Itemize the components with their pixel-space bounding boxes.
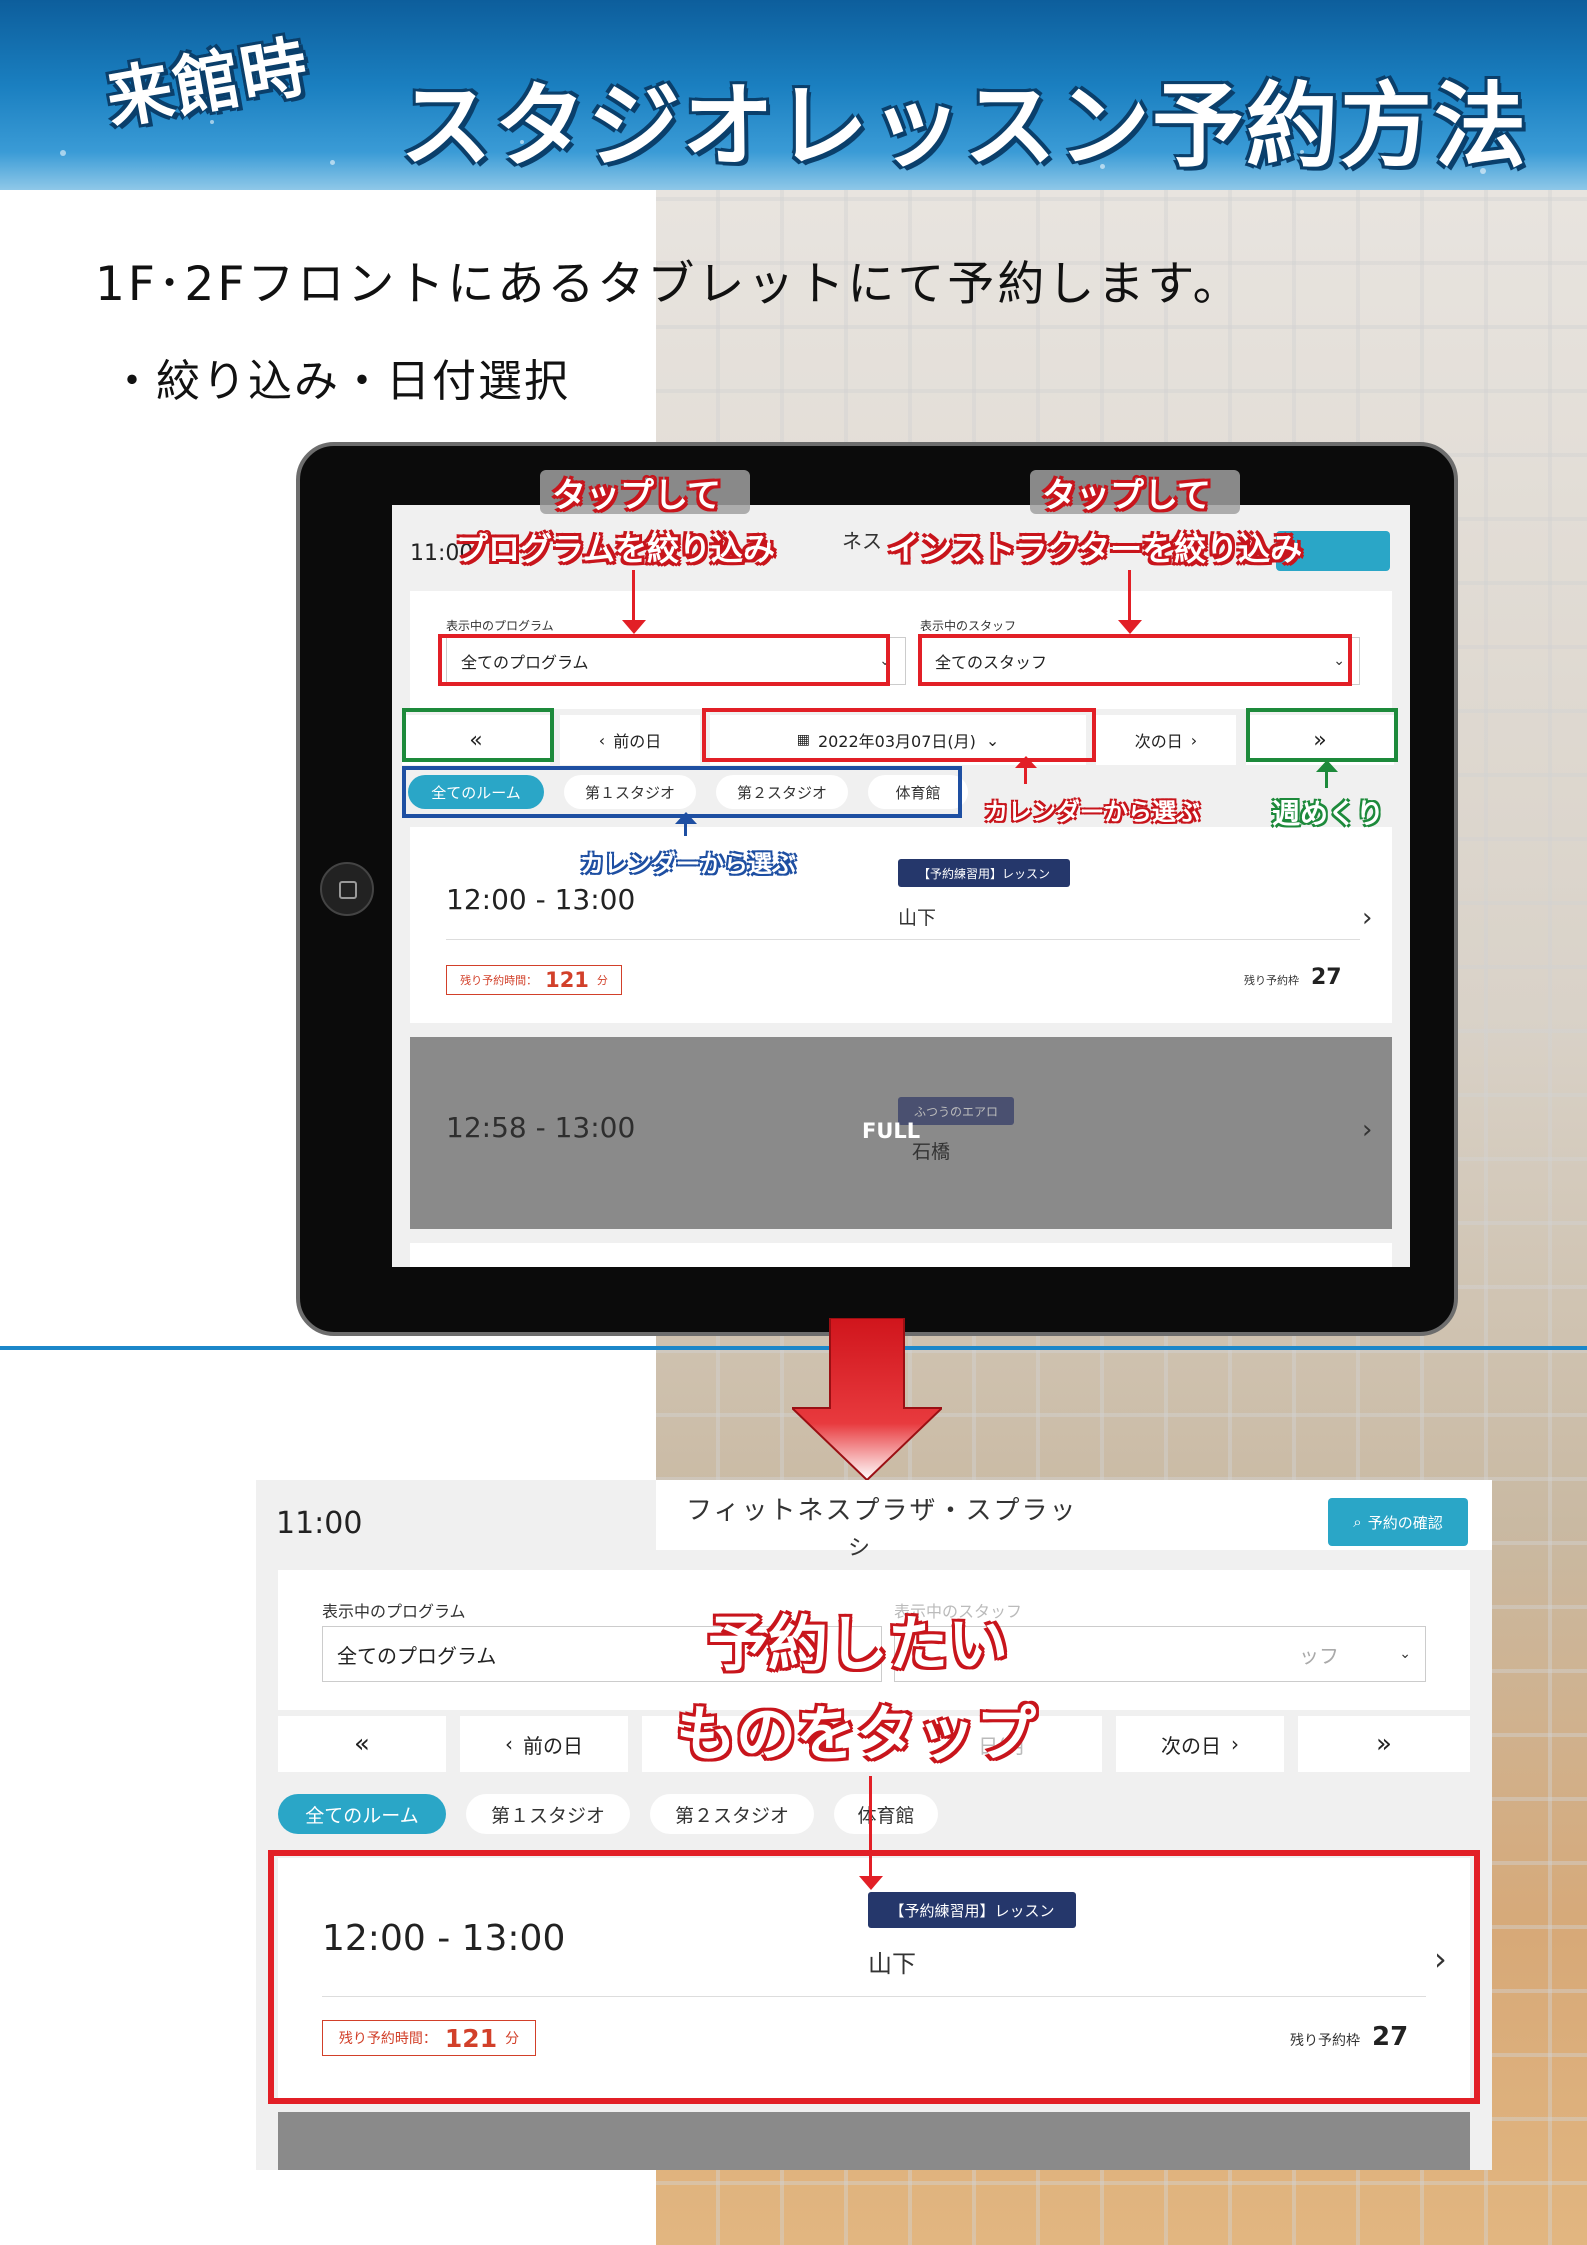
callout-calendar-red: カレンダーから選ぶ [984, 798, 1200, 826]
callout-tap-program: タップして [552, 476, 721, 516]
full-status: FULL [862, 1119, 921, 1143]
lesson-card[interactable]: 12:00 - 13:00 【予約練習用】レッスン 山下 残り予約時間： 121… [410, 827, 1392, 1023]
chevron-right-icon: › [1362, 1115, 1373, 1145]
zoom-room-tab-studio2[interactable]: 第２スタジオ [650, 1794, 814, 1834]
chevron-left-icon: ‹ [505, 1732, 513, 1756]
remaining-seats: 残り予約枠 27 [1244, 965, 1342, 990]
zoom-week-back-button[interactable]: « [278, 1716, 446, 1772]
divider [446, 939, 1360, 940]
lesson-card-next[interactable] [410, 1243, 1392, 1267]
arrow-head-icon [859, 1876, 883, 1890]
zoom-facility-name: フィットネスプラザ・スプラッ [686, 1496, 1078, 1526]
remaining-time-badge: 残り予約時間： 121 分 [446, 965, 622, 995]
staff-filter-label: 表示中のスタッフ [920, 619, 1017, 633]
callout-week: 週めくり [1272, 797, 1385, 830]
remaining-seats-label: 残り予約枠 [1244, 974, 1299, 987]
callout-tap-big-1: 予約したい [708, 1610, 1008, 1680]
highlight-week-forward [1246, 708, 1398, 762]
prev-day-button[interactable]: ‹ 前の日 [560, 715, 700, 765]
arrow-head-icon [1118, 620, 1142, 634]
tablet-facility-name: ネス [842, 529, 882, 553]
arrow-head-icon [1015, 756, 1037, 768]
zoom-next-day-button[interactable]: 次の日 › [1116, 1716, 1284, 1772]
arrow-head-icon [622, 620, 646, 634]
chevron-right-icon: › [1362, 903, 1373, 933]
arrow-down-icon [869, 1776, 872, 1884]
chevron-right-icon: › [1231, 1732, 1239, 1756]
lesson-instructor: 山下 [898, 907, 937, 929]
callout-filter-instructor: インストラクターを絞り込み [888, 530, 1303, 568]
zoom-lesson-card-full[interactable] [278, 2112, 1470, 2170]
callout-calendar-blue: カレンダーから選ぶ [580, 850, 796, 878]
remaining-time-label: 残り予約時間： [460, 974, 538, 987]
zoom-facility-wrap: シ [848, 1536, 871, 1561]
remaining-time-unit: 分 [596, 974, 608, 987]
tablet-home-button [320, 862, 374, 916]
program-filter-label: 表示中のプログラム [446, 619, 554, 633]
highlight-staff-select [918, 634, 1352, 686]
remaining-time-value: 121 [545, 968, 589, 992]
highlight-room-tabs [402, 766, 962, 818]
big-down-arrow-icon [792, 1318, 942, 1480]
prev-day-label: 前の日 [613, 732, 662, 751]
tablet-screen: 11:00 ネス 表示中のプログラム 全てのプログラム ⌄ 表示中のスタッフ 全… [392, 505, 1410, 1267]
arrow-head-icon [1316, 760, 1338, 772]
zoom-prev-day-label: 前の日 [523, 1733, 583, 1758]
zoom-staff-value: ッフ [1299, 1643, 1339, 1668]
next-day-label: 次の日 [1134, 732, 1183, 751]
zoom-next-day-label: 次の日 [1161, 1733, 1221, 1758]
next-day-button[interactable]: 次の日 › [1096, 715, 1236, 765]
zoom-program-value: 全てのプログラム [337, 1643, 497, 1668]
callout-filter-program: プログラムを絞り込み [456, 530, 776, 568]
arrow-down-icon [632, 570, 635, 626]
chevron-left-icon: ‹ [598, 730, 606, 750]
lesson-card-full[interactable]: 12:58 - 13:00 ふつうのエアロ 石橋 FULL › [410, 1037, 1392, 1229]
lesson-time: 12:58 - 13:00 [446, 1111, 636, 1144]
chevron-down-icon: ⌄ [1399, 1646, 1411, 1662]
highlight-date-picker [702, 708, 1096, 762]
callout-tap-big-2: ものをタップ [676, 1700, 1036, 1770]
lesson-tag: 【予約練習用】レッスン [898, 859, 1070, 887]
zoom-prev-day-button[interactable]: ‹ 前の日 [460, 1716, 628, 1772]
zoom-room-tab-gym[interactable]: 体育館 [834, 1794, 938, 1834]
confirm-reservation-button[interactable]: ⌕ 予約の確認 [1328, 1498, 1468, 1546]
zoom-program-label: 表示中のプログラム [322, 1602, 466, 1621]
intro-text: 1F･2Fフロントにあるタブレットにて予約します。 [95, 257, 1243, 312]
search-icon: ⌕ [1353, 1513, 1362, 1531]
zoom-room-tab-studio1[interactable]: 第１スタジオ [466, 1794, 630, 1834]
banner-title: スタジオレッスン予約方法 [400, 73, 1529, 180]
arrow-down-icon [1128, 570, 1131, 626]
highlight-week-back [402, 708, 554, 762]
highlight-program-select [438, 634, 890, 686]
chevron-right-icon: › [1190, 730, 1198, 750]
remaining-seats-value: 27 [1311, 965, 1342, 990]
confirm-reservation-label: 予約の確認 [1367, 1513, 1443, 1532]
lesson-time: 12:00 - 13:00 [446, 883, 636, 916]
zoom-room-tab-all[interactable]: 全てのルーム [278, 1794, 446, 1834]
callout-tap-instructor: タップして [1042, 476, 1211, 516]
zoom-clock: 11:00 [276, 1506, 363, 1541]
sub-heading: ・絞り込み・日付選択 [110, 356, 570, 407]
arrow-head-icon [675, 812, 697, 824]
zoom-week-forward-button[interactable]: » [1298, 1716, 1470, 1772]
